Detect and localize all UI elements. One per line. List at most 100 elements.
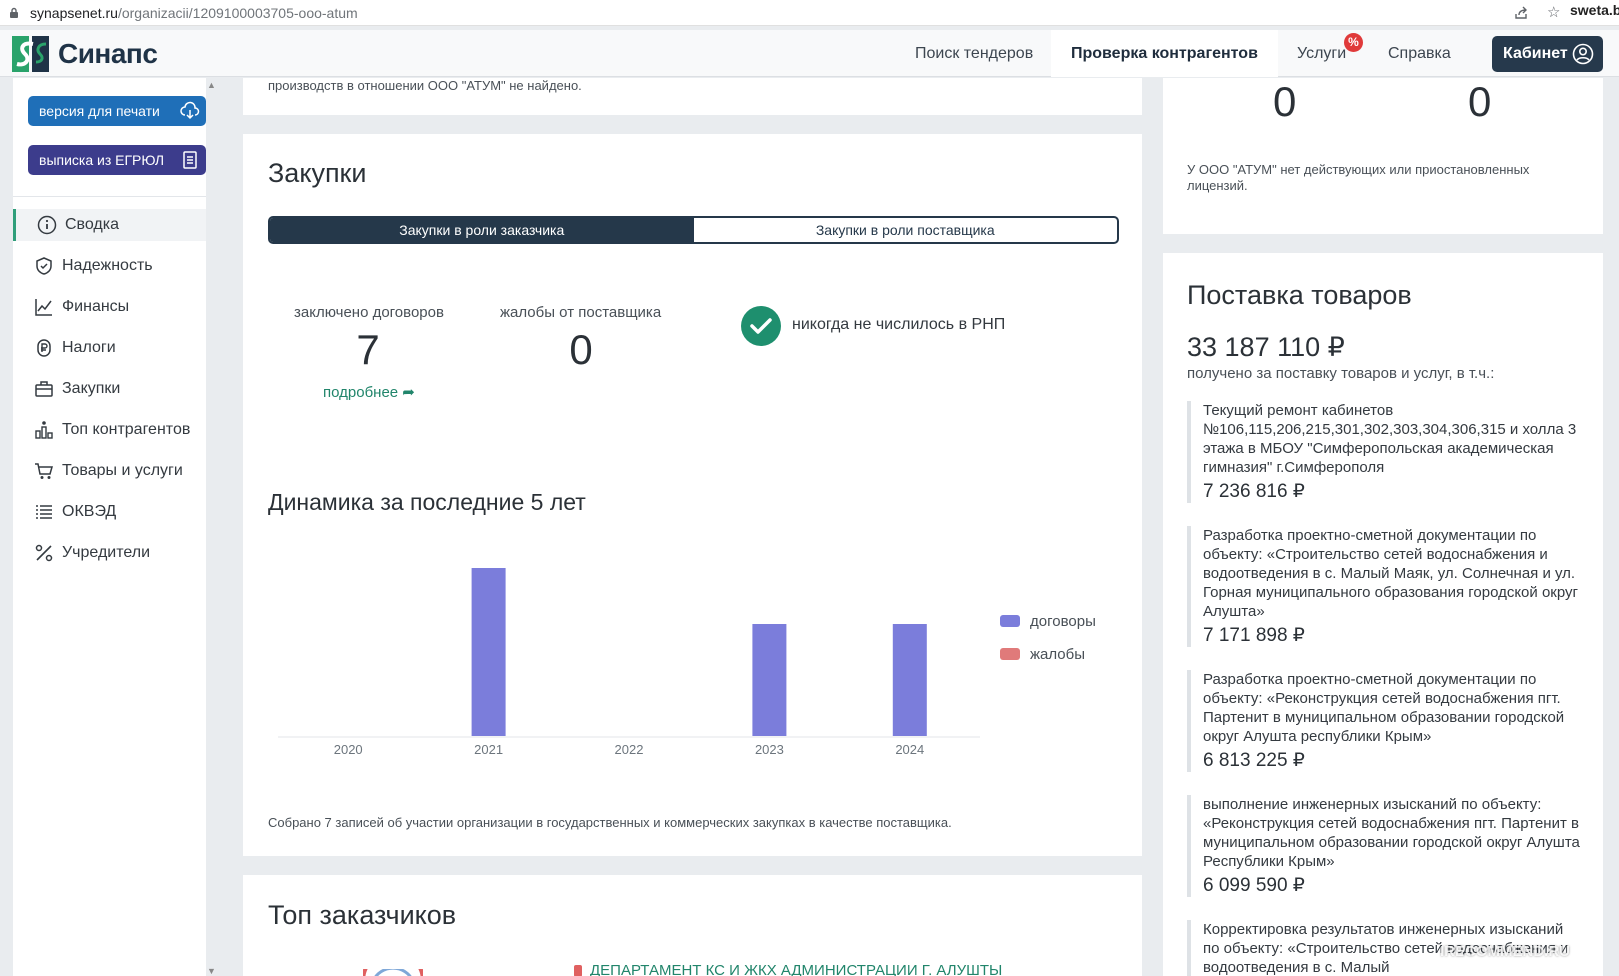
sidebar-item-summary[interactable]: Сводка	[13, 209, 206, 241]
sidebar-item-goods-services[interactable]: Товары и услуги	[13, 455, 206, 487]
supply-item-amount: 6 813 225 ₽	[1203, 750, 1305, 771]
contracts-value: 7	[356, 326, 380, 373]
sidebar-item-label: Закупки	[62, 380, 121, 397]
sidebar-item-label: Товары и услуги	[62, 462, 183, 479]
supply-item: Текущий ремонт кабинетов №106,115,206,21…	[1187, 401, 1581, 503]
user-icon	[1572, 43, 1594, 65]
legend-swatch-жалобы	[1000, 648, 1020, 660]
bar-договоры-2021[interactable]	[471, 568, 506, 736]
watermark-text: sweta.bu	[1570, 2, 1619, 18]
nav-services[interactable]: Услуги	[1297, 30, 1346, 77]
cloud-download-icon	[180, 101, 200, 120]
sidebar-scroll-down-arrow[interactable]: ▼	[207, 966, 216, 976]
supply-title: Поставка товаров	[1187, 280, 1412, 310]
customers-pie-chart	[363, 969, 423, 976]
share-icon[interactable]	[1513, 5, 1529, 21]
dynamics-title: Динамика за последние 5 лет	[268, 489, 586, 515]
x-tick-label: 2021	[474, 742, 503, 757]
sidebar: версия для печати выписка из ЕГРЮЛ Сводк…	[13, 78, 206, 976]
rnp-status-text: никогда не числилось в РНП	[792, 316, 1006, 333]
supply-subtitle: получено за поставку товаров и услуг, в …	[1187, 365, 1495, 382]
supply-item-amount: 6 099 590 ₽	[1203, 875, 1305, 896]
nav-counterparty-check[interactable]: Проверка контрагентов	[1051, 30, 1278, 77]
tab-customer-role[interactable]: Закупки в роли заказчика	[270, 218, 694, 242]
print-version-button[interactable]: версия для печати	[28, 96, 206, 126]
bookmark-star-icon[interactable]: ☆	[1547, 3, 1560, 21]
url-text[interactable]: synapsenet.ru/organizacii/1209100003705-…	[30, 5, 358, 21]
supply-item-description: выполнение инженерных изысканий по объек…	[1203, 796, 1580, 870]
site-header: Синапс Поиск тендеров Проверка контраген…	[0, 30, 1619, 77]
url-domain: synapsenet.ru	[30, 5, 118, 21]
sidebar-item-reliability[interactable]: Надежность	[13, 250, 206, 282]
lock-icon	[10, 7, 18, 18]
egrul-extract-button[interactable]: выписка из ЕГРЮЛ	[28, 145, 206, 175]
more-details-link[interactable]: подробнее ➦	[323, 383, 415, 401]
supply-item-amount: 7 171 898 ₽	[1203, 625, 1305, 646]
sidebar-item-taxes[interactable]: Налоги	[13, 332, 206, 364]
sidebar-item-label: Надежность	[62, 257, 153, 274]
legend-swatch-договоры	[1000, 615, 1020, 627]
purchases-title: Закупки	[268, 158, 367, 188]
nav-help[interactable]: Справка	[1388, 30, 1451, 77]
supply-total: 33 187 110 ₽	[1187, 332, 1345, 362]
dynamics-bar-chart: 2020 2021 2022 2023 2024 договоры жалобы	[278, 568, 1096, 757]
sidebar-item-label: ОКВЭД	[62, 503, 117, 520]
supply-item-description: Разработка проектно-сметной документации…	[1203, 527, 1578, 620]
x-tick-label: 2023	[755, 742, 784, 757]
x-tick-label: 2024	[895, 742, 924, 757]
sidebar-item-okved[interactable]: ОКВЭД	[13, 496, 206, 528]
browser-url-bar[interactable]: synapsenet.ru/organizacii/1209100003705-…	[0, 0, 1619, 26]
top-customers-card: Топ заказчиков ДЕПАРТАМЕНТ КС И ЖКХ АДМИ…	[243, 875, 1142, 976]
supply-card: Поставка товаров 33 187 110 ₽ получено з…	[1163, 253, 1603, 976]
supply-item-description: Разработка проектно-сметной документации…	[1203, 671, 1565, 745]
top-customer-link[interactable]: ДЕПАРТАМЕНТ КС И ЖКХ АДМИНИСТРАЦИИ Г. АЛ…	[590, 962, 1002, 976]
customer-color-marker	[574, 965, 582, 976]
briefcase-icon	[35, 381, 53, 397]
legend-label-договоры[interactable]: договоры	[1030, 613, 1096, 630]
sidebar-item-label: Финансы	[62, 298, 130, 315]
legend-label-жалобы[interactable]: жалобы	[1030, 646, 1085, 663]
synapse-logo-icon	[12, 36, 49, 72]
complaints-value: 0	[569, 326, 593, 373]
sidebar-item-finance[interactable]: Финансы	[13, 291, 206, 323]
top-customers-title: Топ заказчиков	[268, 900, 457, 930]
tab-supplier-role[interactable]: Закупки в роли поставщика	[694, 218, 1118, 242]
suspended-licenses-count: 0	[1468, 78, 1492, 125]
sidebar-item-purchases[interactable]: Закупки	[13, 373, 206, 405]
tax-icon	[37, 339, 51, 357]
sidebar-scroll-up-arrow[interactable]: ▲	[207, 80, 216, 90]
x-tick-label: 2020	[334, 742, 363, 757]
complaints-label: жалобы от поставщика	[500, 304, 662, 321]
check-circle-icon	[741, 306, 781, 346]
brand-name: Синапс	[58, 38, 158, 69]
sidebar-item-founders[interactable]: Учредители	[13, 537, 206, 569]
licenses-card: 0 0 У ООО "АТУМ" нет действующих или при…	[1163, 78, 1603, 234]
licenses-text: У ООО "АТУМ" нет действующих или приоста…	[1187, 162, 1530, 193]
cabinet-label: Кабинет	[1503, 45, 1568, 62]
supply-item: Разработка проектно-сметной документации…	[1187, 526, 1581, 647]
supply-item: Разработка проектно-сметной документации…	[1187, 670, 1581, 772]
site-logo[interactable]: Синапс	[12, 36, 158, 72]
cabinet-button[interactable]: Кабинет	[1492, 36, 1603, 72]
nav-tender-search[interactable]: Поиск тендеров	[915, 30, 1033, 77]
footer-watermark: IRECOMMEND.RU	[1440, 943, 1570, 960]
supply-item-description: Текущий ремонт кабинетов №106,115,206,21…	[1203, 402, 1577, 476]
sidebar-divider	[13, 196, 206, 197]
purchases-role-toggle: Закупки в роли заказчика Закупки в роли …	[268, 216, 1119, 244]
sidebar-item-label: Учредители	[62, 544, 151, 561]
shield-icon	[36, 257, 52, 275]
bar-договоры-2024[interactable]	[892, 624, 927, 736]
print-version-label: версия для печати	[39, 103, 160, 119]
cart-icon	[35, 463, 53, 479]
x-tick-label: 2022	[615, 742, 644, 757]
document-icon	[183, 151, 197, 169]
enforcement-text: производств в отношении ООО "АТУМ" не на…	[268, 78, 582, 93]
ranking-icon	[35, 421, 53, 439]
egrul-extract-label: выписка из ЕГРЮЛ	[39, 152, 165, 168]
bar-договоры-2023[interactable]	[752, 624, 787, 736]
purchases-card: Закупки Закупки в роли заказчика Закупки…	[243, 134, 1142, 856]
sidebar-item-top-counterparties[interactable]: Топ контрагентов	[13, 414, 206, 446]
purchases-footnote: Собрано 7 записей об участии организации…	[268, 815, 952, 830]
list-icon	[36, 505, 52, 519]
info-icon	[37, 215, 57, 235]
